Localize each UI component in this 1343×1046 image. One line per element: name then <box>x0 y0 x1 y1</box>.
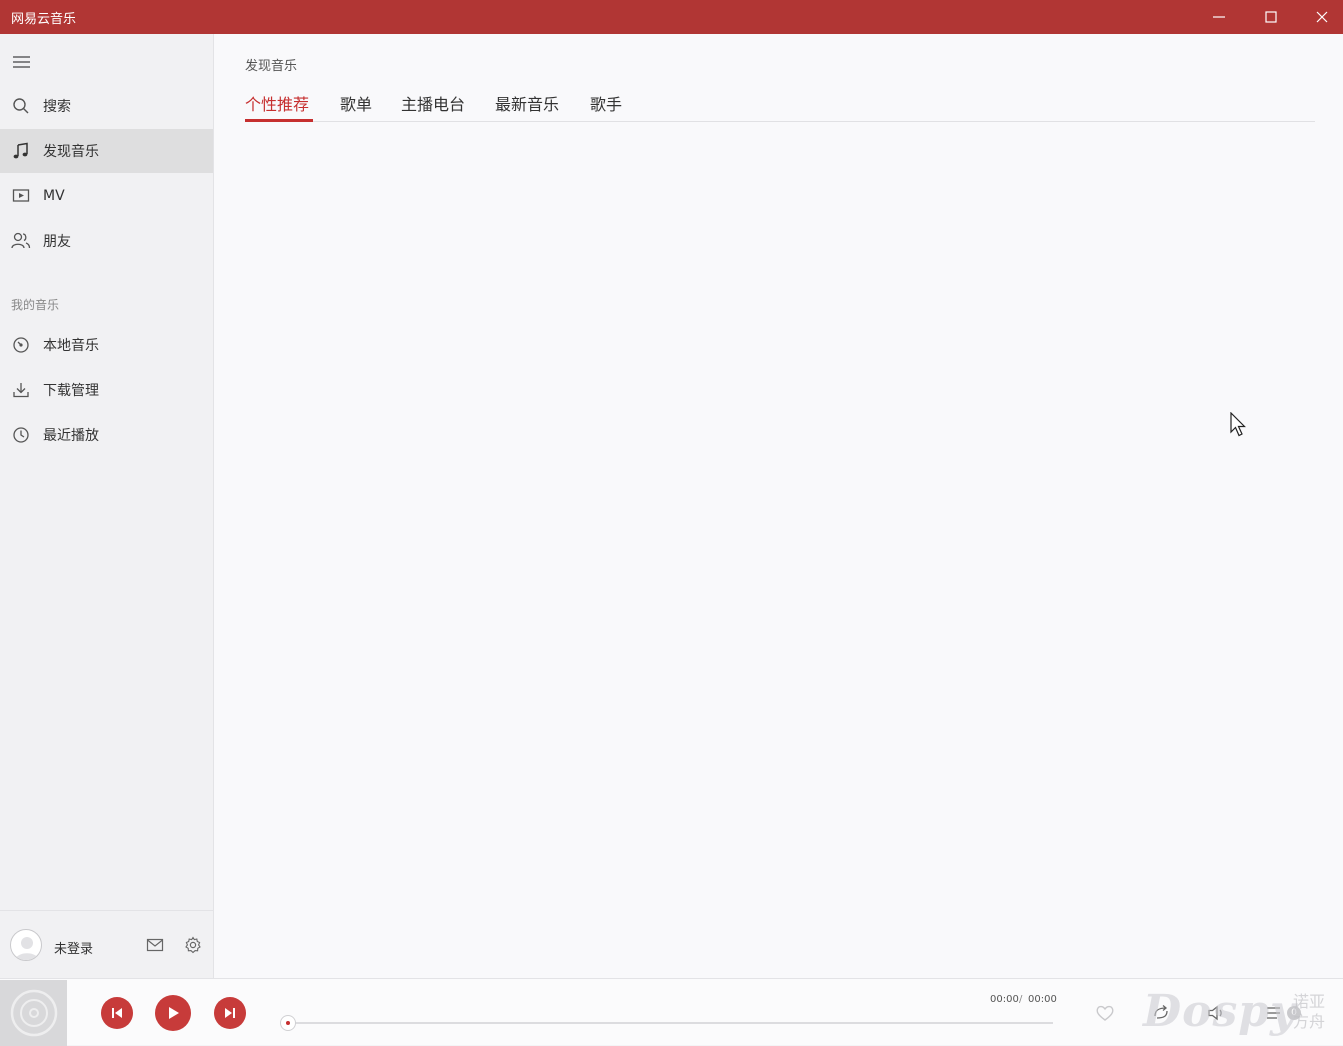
sidebar-item-discover-music[interactable]: 发现音乐 <box>0 129 213 173</box>
next-track-button[interactable] <box>214 997 246 1029</box>
close-button[interactable] <box>1297 0 1343 34</box>
time-separator: / <box>1019 994 1023 1005</box>
previous-track-button[interactable] <box>101 997 133 1029</box>
tab-playlists[interactable]: 歌单 <box>340 91 372 115</box>
volume-icon <box>1208 1005 1222 1021</box>
video-icon <box>11 186 31 206</box>
hamburger-icon <box>13 56 30 68</box>
sidebar-item-label: 朋友 <box>43 234 71 250</box>
minimize-icon <box>1213 16 1225 18</box>
login-status-text[interactable]: 未登录 <box>54 938 93 957</box>
tab-new-music[interactable]: 最新音乐 <box>495 91 559 115</box>
playlist-button[interactable] <box>1265 1003 1285 1023</box>
friends-icon <box>11 231 31 251</box>
default-avatar-icon <box>15 937 39 960</box>
gear-icon <box>185 936 201 954</box>
maximize-button[interactable] <box>1246 0 1296 34</box>
mail-icon <box>146 938 164 952</box>
download-icon <box>11 380 31 400</box>
playlist-icon <box>1267 1007 1280 1019</box>
search-icon <box>11 96 31 116</box>
close-icon <box>1316 11 1328 23</box>
play-button[interactable] <box>155 995 191 1031</box>
current-time: 00:00 <box>990 994 1019 1005</box>
player-bar: 00:00 / 00:00 0 <box>0 978 1343 1046</box>
main-content: 发现音乐 个性推荐 歌单 主播电台 最新音乐 歌手 <box>214 34 1343 978</box>
sidebar: 搜索 发现音乐 MV 朋友 我的音乐 本地音乐 下载管理 最近播放 未登录 <box>0 34 214 978</box>
playlist-count-badge: 0 <box>1287 1006 1301 1020</box>
sidebar-item-search[interactable]: 搜索 <box>0 84 213 128</box>
minimize-button[interactable] <box>1194 0 1244 34</box>
sidebar-item-recent[interactable]: 最近播放 <box>0 413 213 457</box>
next-icon <box>225 1008 235 1018</box>
sidebar-item-friends[interactable]: 朋友 <box>0 219 213 263</box>
sidebar-item-local-music[interactable]: 本地音乐 <box>0 323 213 367</box>
progress-handle[interactable] <box>280 1015 296 1031</box>
loop-icon <box>1154 1005 1168 1019</box>
local-music-icon <box>11 335 31 355</box>
album-art[interactable] <box>0 980 67 1046</box>
discover-tabs: 个性推荐 歌单 主播电台 最新音乐 歌手 <box>245 89 1315 122</box>
sidebar-item-label: 最近播放 <box>43 428 99 444</box>
mouse-cursor-icon <box>1230 412 1246 437</box>
play-icon <box>169 1007 179 1019</box>
breadcrumb: 发现音乐 <box>245 59 298 74</box>
app-title: 网易云音乐 <box>11 12 77 27</box>
tab-personal-recommend[interactable]: 个性推荐 <box>245 91 309 115</box>
user-bar: 未登录 <box>0 910 213 978</box>
previous-icon <box>112 1008 122 1018</box>
messages-button[interactable] <box>146 937 164 953</box>
my-music-section-title: 我的音乐 <box>11 298 60 312</box>
tab-artists[interactable]: 歌手 <box>590 91 622 115</box>
sidebar-item-mv[interactable]: MV <box>0 174 213 218</box>
progress-bar[interactable] <box>288 1022 1053 1024</box>
maximize-icon <box>1265 11 1277 23</box>
music-note-icon <box>11 141 31 161</box>
like-button[interactable] <box>1095 1003 1115 1023</box>
active-tab-indicator <box>245 119 313 122</box>
settings-button[interactable] <box>184 936 202 954</box>
tab-radio[interactable]: 主播电台 <box>401 91 465 115</box>
sidebar-item-label: 搜索 <box>43 99 71 115</box>
sidebar-item-label: 发现音乐 <box>43 144 99 160</box>
heart-icon <box>1096 1005 1114 1021</box>
clock-icon <box>11 425 31 445</box>
sidebar-item-downloads[interactable]: 下载管理 <box>0 368 213 412</box>
hamburger-menu-button[interactable] <box>12 54 32 68</box>
sidebar-item-label: MV <box>43 188 65 204</box>
sidebar-item-label: 下载管理 <box>43 383 99 399</box>
title-bar: 网易云音乐 <box>0 0 1343 34</box>
play-mode-button[interactable] <box>1151 1003 1171 1023</box>
total-time: 00:00 <box>1028 994 1057 1005</box>
volume-button[interactable] <box>1207 1003 1227 1023</box>
avatar[interactable] <box>10 929 42 961</box>
sidebar-item-label: 本地音乐 <box>43 338 99 354</box>
vinyl-disc-icon <box>10 989 57 1037</box>
